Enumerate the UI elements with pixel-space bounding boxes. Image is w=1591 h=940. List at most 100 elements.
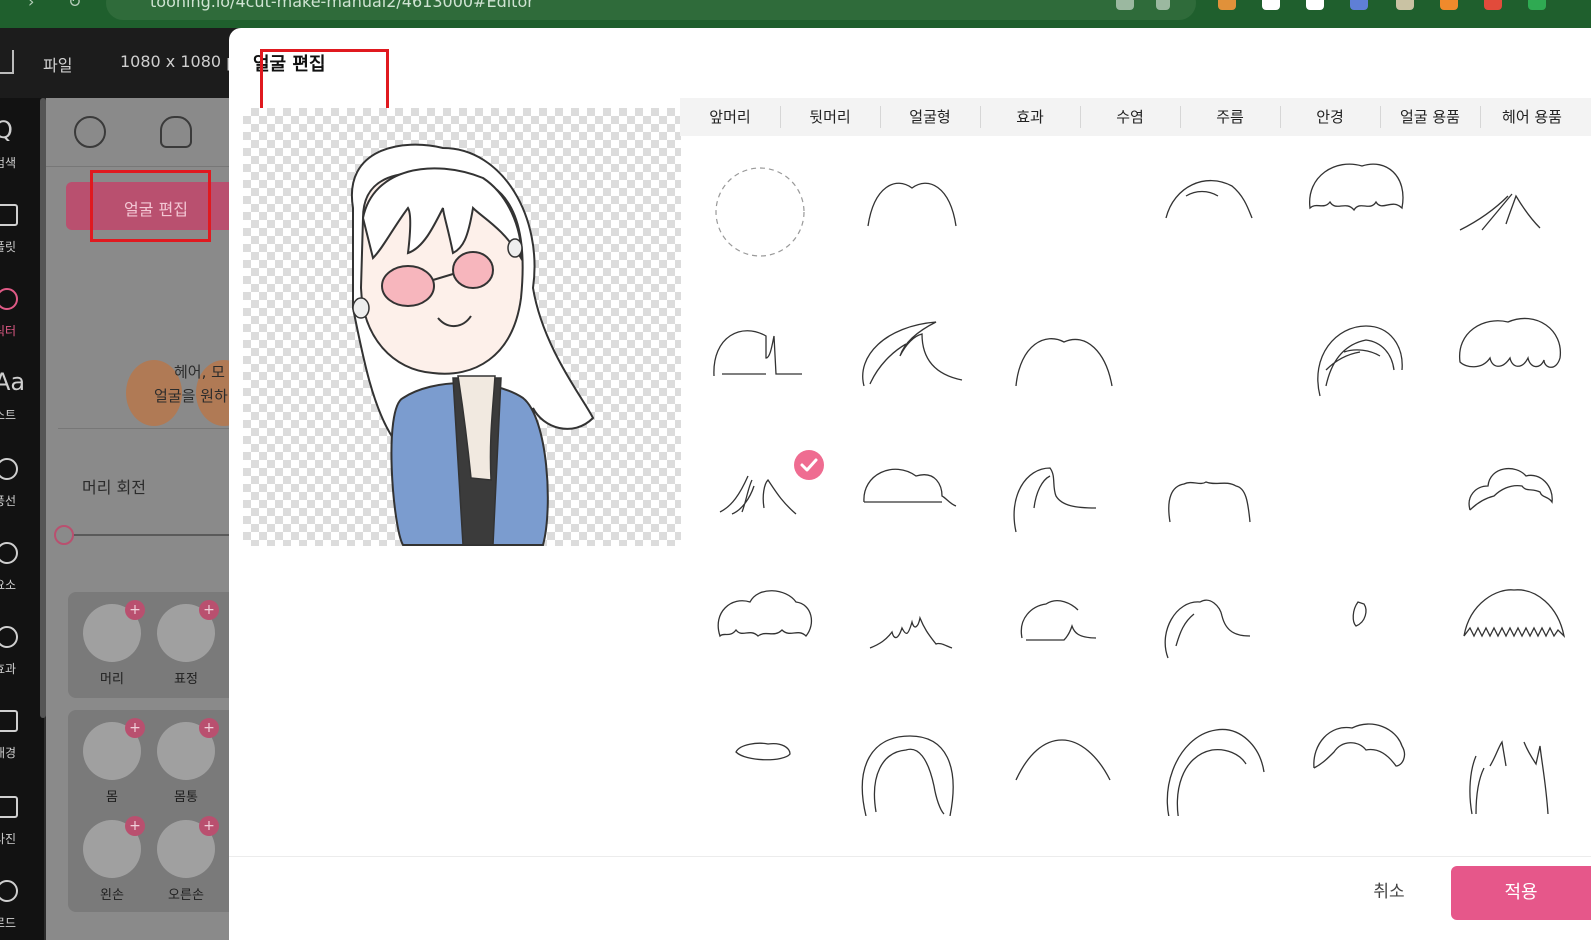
template-icon — [0, 204, 18, 226]
add-icon[interactable]: + — [125, 718, 145, 738]
hair-option-selected[interactable] — [686, 436, 836, 556]
extension-orange-icon[interactable] — [1440, 0, 1458, 10]
tab-face-accessories[interactable]: 얼굴 용품 — [1380, 98, 1480, 136]
hair-option[interactable] — [1286, 566, 1436, 686]
panel-divider — [58, 428, 240, 429]
hair-option[interactable] — [686, 566, 836, 686]
parts-group-head: + 머리 + 표정 — [68, 592, 240, 698]
selected-check-icon — [794, 450, 824, 480]
rail-label: 사진 — [0, 832, 17, 846]
hair-option[interactable] — [686, 696, 836, 816]
hair-option[interactable] — [1286, 696, 1436, 816]
rail-item-photo[interactable]: 사진 — [0, 784, 44, 862]
hair-option[interactable] — [836, 156, 986, 276]
browser-toolbar: › ↻ tooning.io/4cut-make-manual2/4613000… — [0, 0, 1591, 28]
background-icon — [0, 710, 18, 732]
part-head[interactable]: + 머리 — [82, 600, 145, 687]
reload-icon[interactable]: ↻ — [68, 0, 81, 11]
hair-option[interactable] — [1436, 156, 1586, 276]
rail-item-element[interactable]: 요소 — [0, 530, 44, 608]
canvas-size[interactable]: 1080 x 1080 px — [120, 52, 246, 71]
hair-option[interactable] — [836, 296, 986, 416]
hair-option[interactable] — [686, 296, 836, 416]
extension-green-icon[interactable] — [1528, 0, 1546, 10]
rail-item-balloon[interactable]: 풍선 — [0, 446, 44, 524]
left-icon-rail: Q 검색 플릿 릭터 Aa 스트 풍선 요소 효과 배경 사진 로드 — [0, 98, 44, 940]
part-body[interactable]: + 몸 — [82, 718, 145, 805]
extension-notion-icon[interactable] — [1262, 0, 1280, 10]
hair-option[interactable] — [986, 296, 1136, 416]
hair-option[interactable] — [1136, 436, 1286, 556]
tab-bangs[interactable]: 앞머리 — [680, 98, 780, 136]
hair-option[interactable] — [1136, 566, 1286, 686]
part-label: 몸통 — [174, 790, 198, 805]
rail-label: 풍선 — [0, 494, 17, 508]
hair-option[interactable] — [1436, 696, 1586, 816]
hair-option[interactable] — [986, 566, 1136, 686]
hair-option[interactable] — [1286, 296, 1436, 416]
hair-option[interactable] — [986, 696, 1136, 816]
hair-option[interactable] — [1436, 436, 1586, 556]
tab-hair-accessories[interactable]: 헤어 용품 — [1480, 98, 1584, 136]
highlight-box — [90, 170, 211, 242]
cast-icon[interactable] — [1116, 0, 1134, 10]
rail-item-upload[interactable]: 로드 — [0, 868, 44, 940]
hair-option[interactable] — [836, 566, 986, 686]
head-rotation-slider-knob[interactable] — [54, 525, 74, 545]
part-label: 왼손 — [100, 888, 124, 903]
part-label: 머리 — [100, 672, 124, 687]
tab-back-hair[interactable]: 뒷머리 — [780, 98, 880, 136]
hair-option[interactable] — [1136, 156, 1286, 276]
rail-item-background[interactable]: 배경 — [0, 698, 44, 776]
head-tab-icon[interactable] — [160, 116, 192, 148]
extension-fox-icon[interactable] — [1218, 0, 1236, 10]
rail-item-template[interactable]: 플릿 — [0, 192, 44, 270]
extension-image-icon[interactable] — [1396, 0, 1414, 10]
forward-icon[interactable]: › — [28, 0, 34, 11]
cancel-button[interactable]: 취소 — [1349, 870, 1429, 914]
rail-item-effect[interactable]: 효과 — [0, 614, 44, 692]
bookmark-star-icon[interactable] — [1156, 0, 1170, 10]
file-menu[interactable]: 파일 — [43, 52, 72, 76]
hair-option[interactable] — [1436, 296, 1586, 416]
upload-icon — [0, 880, 18, 902]
part-expression[interactable]: + 표정 — [156, 600, 219, 687]
part-right-hand[interactable]: + 오른손 — [156, 816, 219, 903]
hair-option-none[interactable] — [686, 156, 836, 276]
tab-effect[interactable]: 효과 — [980, 98, 1080, 136]
extension-red-icon[interactable] — [1484, 0, 1502, 10]
hair-option[interactable] — [1286, 146, 1436, 266]
home-icon[interactable] — [0, 50, 14, 74]
hair-option[interactable] — [836, 696, 986, 816]
extension-check-icon[interactable] — [1306, 0, 1324, 10]
character-illustration — [350, 143, 595, 546]
add-icon[interactable]: + — [199, 718, 219, 738]
add-icon[interactable]: + — [199, 600, 219, 620]
part-left-hand[interactable]: + 왼손 — [82, 816, 145, 903]
hair-option[interactable] — [986, 436, 1136, 556]
hair-option[interactable] — [836, 436, 986, 556]
footer-divider — [229, 856, 1591, 857]
rail-item-search[interactable]: Q 검색 — [0, 108, 44, 186]
part-label: 표정 — [174, 672, 198, 687]
tab-glasses[interactable]: 안경 — [1280, 98, 1380, 136]
face-tab-icon[interactable] — [74, 116, 106, 148]
tab-beard[interactable]: 수염 — [1080, 98, 1180, 136]
url-text[interactable]: tooning.io/4cut-make-manual2/4613000#Edi… — [150, 0, 534, 11]
hair-option[interactable] — [1436, 566, 1586, 686]
part-label: 오른손 — [168, 888, 204, 903]
extension-blue-icon[interactable] — [1350, 0, 1368, 10]
rail-item-text[interactable]: Aa 스트 — [0, 360, 44, 438]
add-icon[interactable]: + — [199, 816, 219, 836]
torso-part-thumbnail: + — [157, 718, 219, 780]
hair-option[interactable] — [1136, 696, 1286, 816]
apply-button[interactable]: 적용 — [1451, 866, 1591, 920]
rail-item-character[interactable]: 릭터 — [0, 276, 44, 354]
head-rotation-slider[interactable] — [72, 534, 240, 536]
add-icon[interactable]: + — [125, 600, 145, 620]
tab-wrinkles[interactable]: 주름 — [1180, 98, 1280, 136]
add-icon[interactable]: + — [125, 816, 145, 836]
tab-face-shape[interactable]: 얼굴형 — [880, 98, 980, 136]
part-torso[interactable]: + 몸통 — [156, 718, 219, 805]
face-edit-modal: 얼굴 편집 앞머리 뒷머리 얼굴형 효과 수염 주름 안경 얼굴 용품 헤어 용… — [229, 28, 1591, 940]
